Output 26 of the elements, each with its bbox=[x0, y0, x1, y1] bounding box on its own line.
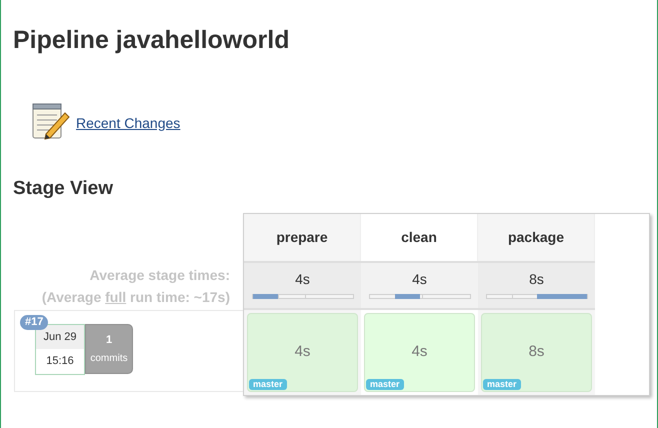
run-time: 15:16 bbox=[45, 354, 75, 370]
stage-average-time: 8s bbox=[529, 270, 544, 289]
stage-result-cell[interactable]: 4s master bbox=[364, 313, 475, 392]
run-date: Jun 29 bbox=[36, 325, 84, 349]
stage-result-cell[interactable]: 8s master bbox=[481, 313, 592, 392]
stage-average-time: 4s bbox=[295, 270, 310, 289]
stage-header: package bbox=[478, 214, 595, 261]
page-title: Pipeline javahelloworld bbox=[13, 25, 290, 56]
branch-label: master bbox=[249, 379, 287, 390]
commits-count: 1 bbox=[106, 332, 112, 348]
stage-duration: 4s bbox=[412, 342, 428, 362]
stage-average-time: 4s bbox=[412, 270, 427, 289]
stage-result-cell[interactable]: 4s master bbox=[247, 313, 358, 392]
stage-header: prepare bbox=[244, 214, 361, 261]
stage-header: clean bbox=[361, 214, 478, 261]
average-stage-times-label: Average stage times: bbox=[90, 266, 230, 285]
commits-box[interactable]: 1 commits bbox=[85, 324, 133, 374]
average-run-time-label: (Average full run time: ~17s) bbox=[42, 288, 230, 307]
section-heading: Stage View bbox=[13, 177, 113, 201]
recent-changes-link[interactable]: Recent Changes bbox=[76, 112, 180, 134]
build-number-badge[interactable]: #17 bbox=[20, 315, 48, 330]
stage-duration: 4s bbox=[294, 342, 310, 362]
branch-label: master bbox=[366, 379, 404, 390]
branch-label: master bbox=[483, 379, 521, 390]
stage-duration: 8s bbox=[528, 342, 544, 362]
commits-label: commits bbox=[90, 352, 128, 366]
